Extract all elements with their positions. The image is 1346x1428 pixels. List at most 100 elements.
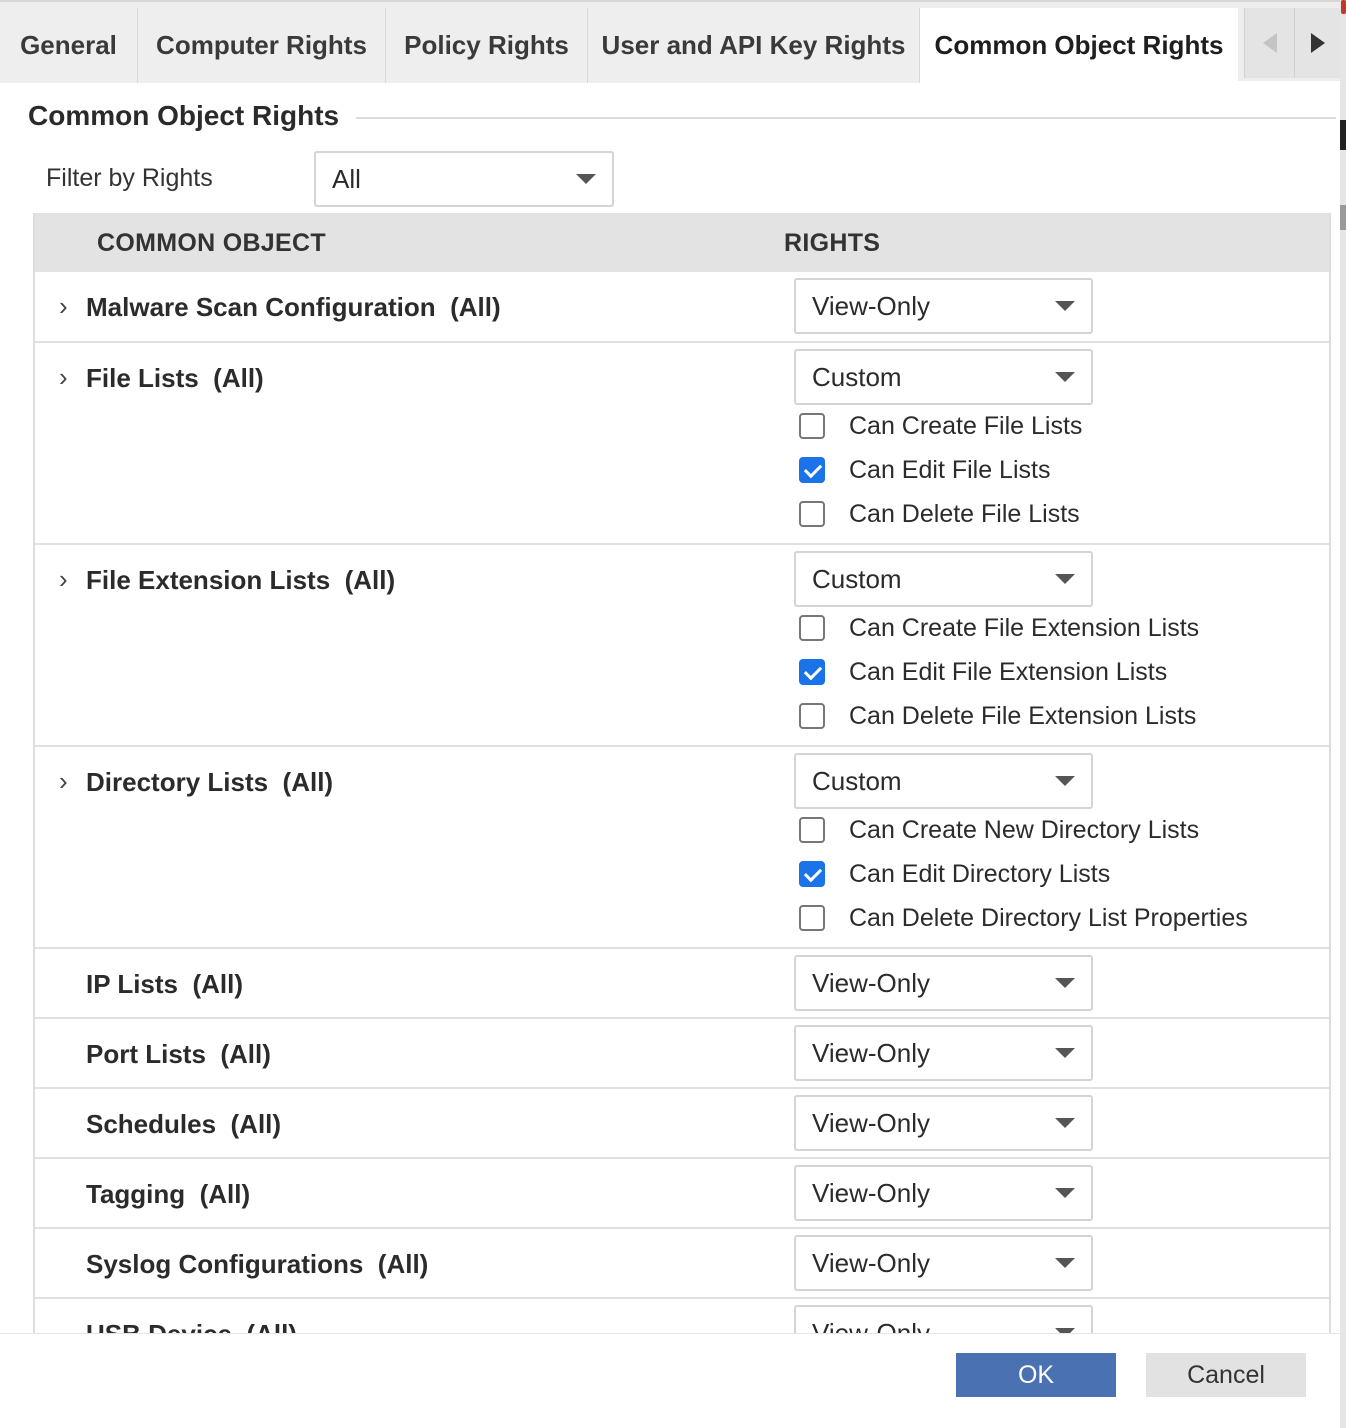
section-divider bbox=[356, 117, 1336, 119]
rights-select[interactable]: View-Only bbox=[794, 278, 1093, 334]
tab-policy-rights[interactable]: Policy Rights bbox=[386, 8, 588, 83]
row-label: Syslog Configurations (All) bbox=[86, 1249, 429, 1279]
row-label: Directory Lists (All) bbox=[86, 767, 334, 797]
rights-value: View-Only bbox=[812, 1107, 931, 1138]
checkbox-option[interactable]: Can Create File Lists bbox=[799, 411, 1082, 441]
dialog-footer: OK Cancel bbox=[0, 1333, 1340, 1428]
tab-scroll-right-button[interactable] bbox=[1294, 8, 1340, 78]
ok-button[interactable]: OK bbox=[956, 1353, 1116, 1397]
roles-dialog: General Computer Rights Policy Rights Us… bbox=[0, 0, 1340, 1428]
chevron-down-icon bbox=[1055, 978, 1075, 988]
checkbox-option[interactable]: Can Edit File Extension Lists bbox=[799, 657, 1167, 687]
tab-bar: General Computer Rights Policy Rights Us… bbox=[0, 0, 1340, 83]
tab-label: Policy Rights bbox=[404, 30, 569, 60]
row-label: Tagging (All) bbox=[86, 1179, 251, 1209]
checkbox[interactable] bbox=[799, 457, 825, 483]
chevron-right-icon[interactable]: › bbox=[59, 564, 68, 595]
table-row: › Malware Scan Configuration (All) View-… bbox=[35, 272, 1329, 343]
tab-user-api-key-rights[interactable]: User and API Key Rights bbox=[588, 8, 920, 83]
checkbox[interactable] bbox=[799, 615, 825, 641]
row-label: Port Lists (All) bbox=[86, 1039, 271, 1069]
tab-label: Computer Rights bbox=[156, 30, 367, 60]
checkbox[interactable] bbox=[799, 659, 825, 685]
checkbox[interactable] bbox=[799, 413, 825, 439]
checkbox[interactable] bbox=[799, 861, 825, 887]
checkbox-option[interactable]: Can Create File Extension Lists bbox=[799, 613, 1199, 643]
rights-select[interactable]: View-Only bbox=[794, 1305, 1093, 1333]
rights-value: View-Only bbox=[812, 1177, 931, 1208]
rights-value: View-Only bbox=[812, 1247, 931, 1278]
checkbox[interactable] bbox=[799, 501, 825, 527]
checkbox-label: Can Edit File Extension Lists bbox=[849, 657, 1168, 686]
checkbox-option[interactable]: Can Edit Directory Lists bbox=[799, 859, 1110, 889]
chevron-down-icon bbox=[1055, 301, 1075, 311]
checkbox-option[interactable]: Can Edit File Lists bbox=[799, 455, 1050, 485]
checkbox-label: Can Delete File Extension Lists bbox=[849, 701, 1197, 730]
table-row: Syslog Configurations (All) View-Only bbox=[35, 1229, 1329, 1299]
chevron-down-icon bbox=[1055, 1258, 1075, 1268]
checkbox[interactable] bbox=[799, 703, 825, 729]
rights-select[interactable]: View-Only bbox=[794, 1165, 1093, 1221]
rights-select[interactable]: View-Only bbox=[794, 1095, 1093, 1151]
row-label: USB Device (All) bbox=[86, 1319, 297, 1333]
table-row: › Directory Lists (All) Custom Can Creat… bbox=[35, 747, 1329, 949]
chevron-right-icon[interactable]: › bbox=[59, 766, 68, 797]
rights-select[interactable]: View-Only bbox=[794, 1235, 1093, 1291]
rights-select[interactable]: View-Only bbox=[794, 955, 1093, 1011]
tab-general[interactable]: General bbox=[0, 8, 138, 83]
checkbox-label: Can Delete File Lists bbox=[849, 499, 1080, 528]
table-row: › File Extension Lists (All) Custom Can … bbox=[35, 545, 1329, 747]
chevron-down-icon bbox=[576, 174, 596, 184]
tab-label: Common Object Rights bbox=[934, 30, 1224, 60]
rights-value: Custom bbox=[812, 361, 902, 392]
cancel-button[interactable]: Cancel bbox=[1146, 1353, 1306, 1397]
filter-label: Filter by Rights bbox=[46, 164, 213, 192]
row-label: IP Lists (All) bbox=[86, 969, 244, 999]
rights-value: View-Only bbox=[812, 1317, 931, 1334]
rights-select[interactable]: Custom bbox=[794, 753, 1093, 809]
checkbox-label: Can Create New Directory Lists bbox=[849, 815, 1200, 844]
background-window-mark bbox=[1340, 205, 1346, 230]
checkbox-option[interactable]: Can Delete Directory List Properties bbox=[799, 903, 1248, 933]
checkbox-label: Can Edit File Lists bbox=[849, 455, 1051, 484]
rights-value: View-Only bbox=[812, 290, 931, 321]
rights-value: View-Only bbox=[812, 967, 931, 998]
rights-select[interactable]: Custom bbox=[794, 551, 1093, 607]
filter-by-rights-select[interactable]: All bbox=[314, 151, 614, 207]
row-label: Malware Scan Configuration (All) bbox=[86, 292, 501, 322]
tab-computer-rights[interactable]: Computer Rights bbox=[138, 8, 386, 83]
rights-select[interactable]: Custom bbox=[794, 349, 1093, 405]
row-label: File Extension Lists (All) bbox=[86, 565, 396, 595]
chevron-down-icon bbox=[1055, 1118, 1075, 1128]
table-row: USB Device (All) View-Only bbox=[35, 1299, 1329, 1333]
table-header: COMMON OBJECT RIGHTS bbox=[35, 213, 1329, 272]
rights-select[interactable]: View-Only bbox=[794, 1025, 1093, 1081]
rights-table: COMMON OBJECT RIGHTS › Malware Scan Conf… bbox=[33, 213, 1331, 1333]
checkbox-label: Can Create File Extension Lists bbox=[849, 613, 1200, 642]
tab-common-object-rights[interactable]: Common Object Rights bbox=[920, 8, 1238, 83]
tab-scroll-left-button[interactable] bbox=[1244, 8, 1294, 78]
checkbox[interactable] bbox=[799, 817, 825, 843]
chevron-right-icon[interactable]: › bbox=[59, 362, 68, 393]
chevron-right-icon[interactable]: › bbox=[59, 291, 68, 322]
checkbox-option[interactable]: Can Create New Directory Lists bbox=[799, 815, 1199, 845]
checkbox-option[interactable]: Can Delete File Lists bbox=[799, 499, 1080, 529]
chevron-down-icon bbox=[1055, 776, 1075, 786]
chevron-down-icon bbox=[1055, 372, 1075, 382]
checkbox-label: Can Delete Directory List Properties bbox=[849, 903, 1248, 932]
arrow-left-icon bbox=[1262, 33, 1277, 53]
chevron-down-icon bbox=[1055, 1188, 1075, 1198]
rights-value: View-Only bbox=[812, 1037, 931, 1068]
table-row: IP Lists (All) View-Only bbox=[35, 949, 1329, 1019]
tab-label: General bbox=[20, 30, 117, 60]
background-window-mark bbox=[1340, 120, 1346, 150]
background-window-mark bbox=[1341, 0, 1346, 14]
checkbox[interactable] bbox=[799, 905, 825, 931]
checkbox-option[interactable]: Can Delete File Extension Lists bbox=[799, 701, 1196, 731]
table-row: Schedules (All) View-Only bbox=[35, 1089, 1329, 1159]
tab-label: User and API Key Rights bbox=[601, 30, 906, 60]
checkbox-label: Can Edit Directory Lists bbox=[849, 859, 1111, 888]
column-header-common-object: COMMON OBJECT bbox=[97, 229, 326, 257]
rights-value: Custom bbox=[812, 563, 902, 594]
filter-value: All bbox=[332, 163, 361, 194]
